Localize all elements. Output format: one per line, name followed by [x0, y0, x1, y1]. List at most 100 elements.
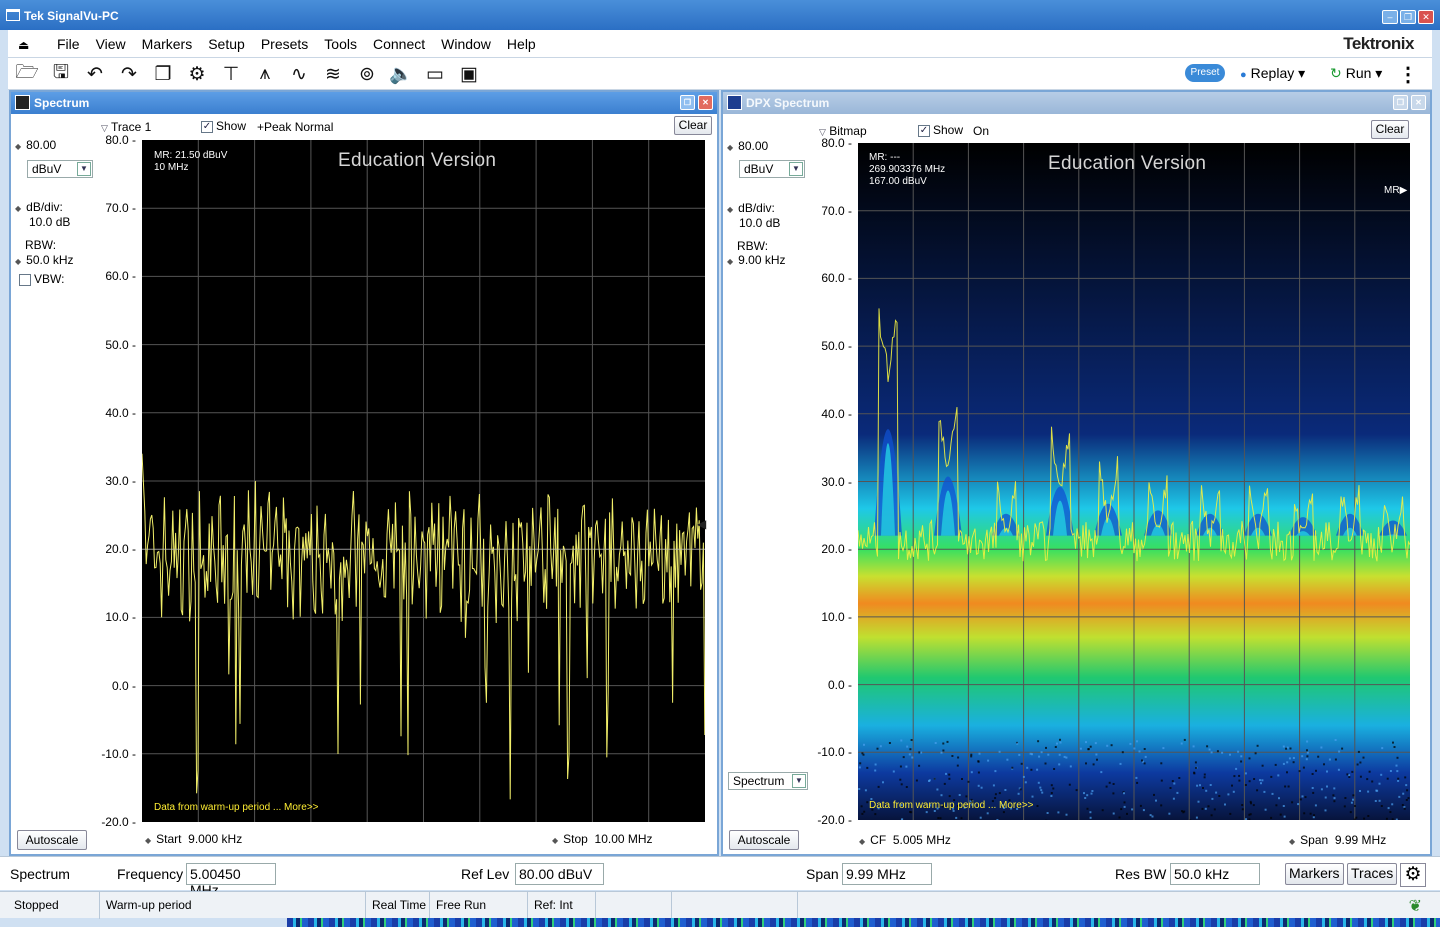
speaker-icon[interactable]: 🔈	[388, 62, 414, 86]
reflev-field[interactable]: 80.00 dBuV	[515, 863, 604, 885]
dpx-noise-dot	[965, 795, 968, 798]
dpx-warmup-link[interactable]: Data from warm-up period ... More>>	[869, 800, 1034, 811]
dpx-on-state[interactable]: On	[973, 124, 989, 138]
menu-connect[interactable]: Connect	[365, 36, 433, 52]
dpx-show-checkbox[interactable]: ✓ Show	[918, 123, 963, 137]
restore-icon[interactable]: ❐	[1400, 10, 1416, 24]
minimize-icon[interactable]: –	[1382, 10, 1398, 24]
vbw-checkbox[interactable]: VBW:	[19, 272, 64, 286]
dpx-restore-icon[interactable]: ❐	[1393, 95, 1408, 110]
status-realtime[interactable]: Real Time	[366, 892, 430, 919]
dpx-marker-readout-level: 167.00 dBuV	[869, 176, 927, 187]
dpx-panel-icon	[727, 95, 742, 110]
adjust-icon: ◆	[727, 257, 734, 266]
dpx-noise-dot	[874, 763, 877, 766]
start-frequency[interactable]: ◆ Start 9.000 kHz	[145, 832, 242, 846]
menu-file[interactable]: File	[49, 36, 88, 52]
dpx-noise-dot	[1264, 808, 1267, 811]
menu-tools[interactable]: Tools	[316, 36, 365, 52]
dpx-noise-dot	[1020, 762, 1023, 765]
camera-icon[interactable]: ▭	[422, 62, 448, 86]
preset-button[interactable]: Preset	[1185, 64, 1225, 82]
dpx-noise-dot	[1019, 788, 1022, 791]
dpx-noise-dot	[1193, 772, 1196, 775]
close-icon[interactable]: ✕	[1418, 10, 1434, 24]
rbw-value[interactable]: ◆ 50.0 kHz	[15, 253, 74, 267]
dpx-noise-dot	[928, 780, 930, 782]
dpx-noise-dot	[1244, 772, 1247, 775]
menu-setup[interactable]: Setup	[200, 36, 253, 52]
dpx-noise-dot	[1105, 785, 1108, 788]
dpx-noise-dot	[874, 813, 877, 816]
dpx-span[interactable]: ◆ Span 9.99 MHz	[1289, 833, 1386, 847]
marker-readout-freq: 10 MHz	[154, 162, 189, 173]
replay-label: Replay	[1250, 65, 1295, 81]
eject-icon[interactable]: ⏏	[18, 38, 29, 52]
spectrum-graph	[142, 140, 705, 822]
menu-markers[interactable]: Markers	[134, 36, 201, 52]
antenna-icon[interactable]: ⊚	[354, 62, 380, 86]
spectrogram-icon[interactable]: ≋	[320, 62, 346, 86]
dpx-close-icon[interactable]: ✕	[1411, 95, 1426, 110]
spectrum-close-icon[interactable]: ✕	[698, 95, 713, 110]
dpx-noise-dot	[1092, 763, 1095, 766]
gear-icon[interactable]: ⚙	[184, 62, 210, 86]
redo-icon[interactable]: ↷	[116, 62, 142, 86]
dpx-dbdiv-value[interactable]: 10.0 dB	[739, 216, 780, 230]
dpx-noise-dot	[1123, 792, 1125, 795]
frequency-field[interactable]: 5.00450 MHz	[186, 863, 276, 898]
traces-button[interactable]: Traces	[1347, 863, 1398, 885]
markers-button[interactable]: Markers	[1285, 863, 1344, 885]
dpx-noise-dot	[1279, 813, 1282, 816]
checkbox-checked-icon: ✓	[201, 120, 213, 133]
open-icon[interactable]: 🗁	[14, 62, 40, 86]
menu-presets[interactable]: Presets	[253, 36, 316, 52]
dpx-noise-dot	[1173, 782, 1176, 785]
dpx-noise-dot	[1129, 742, 1132, 745]
windows-icon[interactable]: ❐	[150, 62, 176, 86]
span-field[interactable]: 9.99 MHz	[842, 863, 932, 885]
detection-mode[interactable]: +Peak Normal	[257, 120, 333, 134]
dpx-noise-dot	[1195, 766, 1197, 769]
dpx-icon[interactable]: ∿	[286, 62, 312, 86]
resbw-field[interactable]: 50.0 kHz	[1170, 863, 1260, 885]
dpx-view-select[interactable]: Spectrum ▼	[728, 772, 808, 790]
autoscale-button[interactable]: Autoscale	[17, 830, 87, 850]
stop-frequency[interactable]: ◆ Stop 10.00 MHz	[552, 832, 653, 846]
trigger-icon[interactable]: ⊤	[218, 62, 244, 86]
menu-help[interactable]: Help	[499, 36, 544, 52]
status-ref[interactable]: Ref: Int	[528, 892, 596, 919]
undo-icon[interactable]: ↶	[82, 62, 108, 86]
dbdiv-value[interactable]: 10.0 dB	[29, 215, 70, 229]
report-icon[interactable]: ▣	[456, 62, 482, 86]
dpx-ref-level[interactable]: ◆ 80.00	[727, 139, 768, 153]
trace-select[interactable]: ▽ Trace 1	[101, 120, 151, 134]
clear-button[interactable]: Clear	[674, 116, 712, 135]
status-freerun[interactable]: Free Run	[430, 892, 528, 919]
spectrum-restore-icon[interactable]: ❐	[680, 95, 695, 110]
dpx-plot[interactable]: MR: --- 269.903376 MHz 167.00 dBuV Educa…	[858, 143, 1410, 820]
dpx-noise-dot	[1392, 741, 1394, 744]
dpx-noise-dot	[1202, 787, 1204, 789]
show-checkbox[interactable]: ✓ Show	[201, 119, 246, 133]
replay-button[interactable]: ● Replay ▾	[1240, 65, 1305, 82]
dpx-noise-dot	[937, 817, 940, 820]
run-button[interactable]: ↻ Run ▾	[1330, 65, 1382, 82]
dpx-autoscale-button[interactable]: Autoscale	[729, 830, 799, 850]
measurement-mode[interactable]: Spectrum	[10, 866, 70, 882]
save-icon[interactable]: 🖫	[48, 62, 74, 86]
settings-gear-icon[interactable]: ⚙	[1400, 863, 1426, 887]
dpx-noise-dot	[1397, 779, 1400, 782]
dpx-rbw-value[interactable]: ◆ 9.00 kHz	[727, 253, 786, 267]
warmup-link[interactable]: Data from warm-up period ... More>>	[154, 802, 319, 813]
ref-level[interactable]: ◆ 80.00	[15, 138, 56, 152]
center-frequency[interactable]: ◆ CF 5.005 MHz	[859, 833, 951, 847]
dpx-unit-select[interactable]: dBuV ▼	[739, 160, 805, 178]
more-icon[interactable]: ⋮	[1398, 62, 1418, 87]
unit-select[interactable]: dBuV ▼	[27, 160, 93, 178]
spectrum-icon[interactable]: ⩚	[252, 62, 278, 86]
spectrum-plot[interactable]: MR: 21.50 dBuV 10 MHz Education Version …	[142, 140, 705, 822]
menu-window[interactable]: Window	[433, 36, 499, 52]
menu-view[interactable]: View	[88, 36, 134, 52]
dpx-clear-button[interactable]: Clear	[1371, 120, 1409, 139]
